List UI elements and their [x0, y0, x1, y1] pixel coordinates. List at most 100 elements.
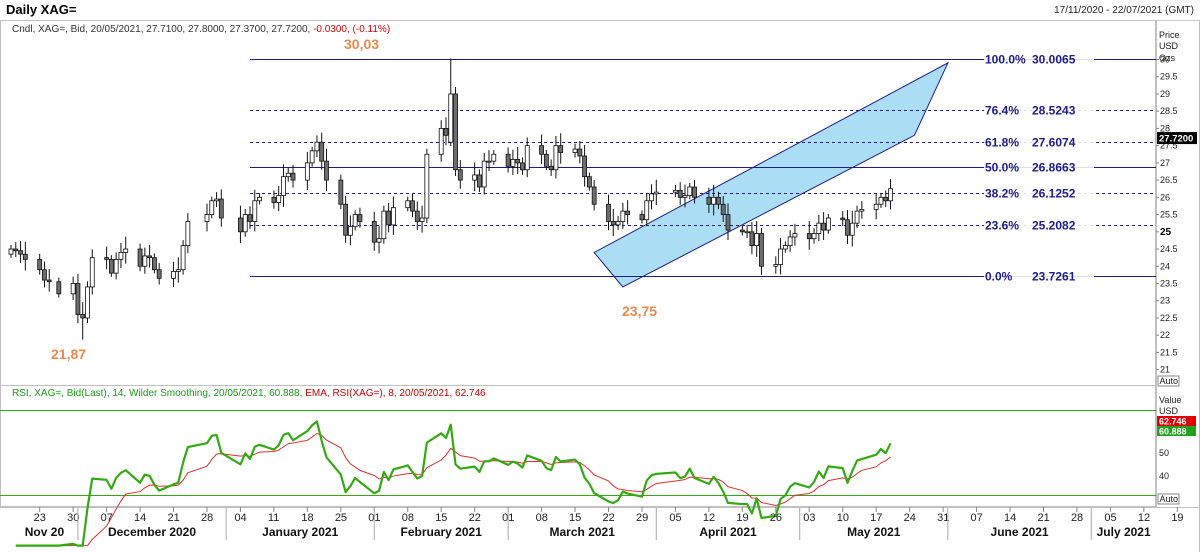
candle — [324, 148, 329, 192]
candle-body — [520, 162, 525, 171]
candle-body — [854, 210, 860, 224]
candle-body — [424, 153, 430, 219]
candle — [625, 200, 631, 225]
price-tick-label: 22.5 — [1160, 313, 1178, 323]
candle — [639, 210, 645, 224]
candle — [290, 164, 296, 188]
x-day-label: 26 — [770, 512, 782, 524]
candle-body — [281, 176, 286, 197]
candle — [151, 253, 157, 274]
candle-body — [610, 221, 616, 226]
candle — [510, 149, 516, 176]
candle — [386, 202, 392, 233]
candle-body — [878, 196, 884, 205]
candle — [410, 193, 415, 218]
candle-body — [343, 203, 349, 236]
chart-canvas[interactable]: 100.0% 30.006576.4% 28.524361.8% 27.607450.… — [0, 0, 1200, 552]
candle-body — [620, 210, 626, 222]
price-axis-ticks: 3029.52928.52827.52726.52625.52524.52423… — [1156, 55, 1178, 375]
candle-body — [888, 188, 893, 202]
candle — [888, 179, 893, 210]
candle — [209, 196, 215, 219]
x-day-label: 08 — [402, 512, 414, 524]
trend-channel[interactable] — [593, 61, 949, 288]
rsi-panel-frame — [0, 385, 1156, 507]
last-price-marker: 27.7200 — [1157, 132, 1197, 145]
candle-body — [586, 176, 592, 188]
candle-body — [276, 195, 282, 203]
price-tick-label: 23.5 — [1160, 278, 1178, 288]
x-month-label: July 2021 — [1097, 525, 1151, 539]
x-day-label: 10 — [837, 512, 849, 524]
candle-body — [386, 210, 392, 226]
candle-body — [238, 217, 243, 233]
candle-body — [821, 222, 826, 231]
candle-body — [744, 231, 750, 234]
candle-body — [137, 248, 143, 267]
candle-body — [543, 153, 549, 167]
price-axis-header-line: Price — [1159, 30, 1180, 40]
candle — [825, 213, 831, 234]
candle — [424, 148, 430, 223]
candle — [477, 169, 482, 192]
candle — [859, 201, 865, 219]
candle — [610, 209, 616, 237]
candle-body — [787, 236, 793, 246]
candle-body — [108, 258, 114, 274]
candle — [376, 226, 382, 254]
x-axis-days: 23 30 07 14 21 28 04 11 18 25 01 08 15 22 01 08 15 22 29 05… — [34, 507, 1184, 524]
candle — [620, 202, 626, 229]
candle-body — [472, 174, 478, 181]
candle-body — [118, 252, 124, 260]
candle-body — [242, 214, 248, 233]
candle — [438, 120, 444, 162]
candle-body — [759, 233, 764, 267]
candle-body — [773, 264, 779, 267]
candle — [123, 236, 129, 264]
annotation-march-low: 23,75 — [622, 303, 657, 319]
candle — [46, 269, 52, 292]
rsi-axis-header-line: Value — [1159, 395, 1181, 405]
x-day-label: 18 — [301, 512, 313, 524]
price-tick-label: 30 — [1160, 55, 1170, 65]
candle-body — [873, 203, 879, 210]
candle-body — [677, 190, 683, 198]
candle — [185, 213, 191, 254]
candle-body — [792, 233, 798, 238]
x-day-label: 12 — [703, 512, 715, 524]
x-day-label: 11 — [268, 512, 279, 524]
candle — [673, 184, 678, 198]
candle — [156, 262, 162, 285]
candle — [242, 209, 248, 237]
candle-body — [271, 196, 277, 203]
candle-body — [749, 231, 755, 246]
candle-body — [682, 195, 688, 198]
fib-percent-label: 23.6% — [985, 219, 1019, 233]
candle — [443, 117, 449, 146]
price-tick-label: 24 — [1160, 261, 1170, 271]
fib-value-label: 25.2082 — [1032, 219, 1076, 233]
x-month-label: December 2020 — [108, 525, 196, 539]
candle-body — [204, 214, 210, 222]
candle — [591, 180, 597, 211]
candle-body — [371, 221, 377, 243]
candle — [137, 243, 143, 272]
fib-value-label: 23.7261 — [1032, 270, 1076, 284]
x-day-label: 07 — [971, 512, 983, 524]
candle-body — [309, 150, 315, 164]
x-day-label: 15 — [569, 512, 581, 524]
x-day-label: 03 — [803, 512, 815, 524]
candle — [180, 240, 186, 275]
candle — [481, 152, 487, 195]
candle — [739, 225, 745, 236]
candle — [520, 157, 525, 175]
candle-body — [151, 257, 157, 271]
candle — [347, 215, 353, 246]
candle — [108, 255, 114, 277]
candle-body — [606, 203, 611, 222]
candle — [515, 147, 521, 175]
candle-body — [185, 221, 191, 246]
x-day-label: 19 — [736, 512, 748, 524]
x-day-label: 14 — [1004, 512, 1016, 524]
candle — [304, 151, 310, 191]
